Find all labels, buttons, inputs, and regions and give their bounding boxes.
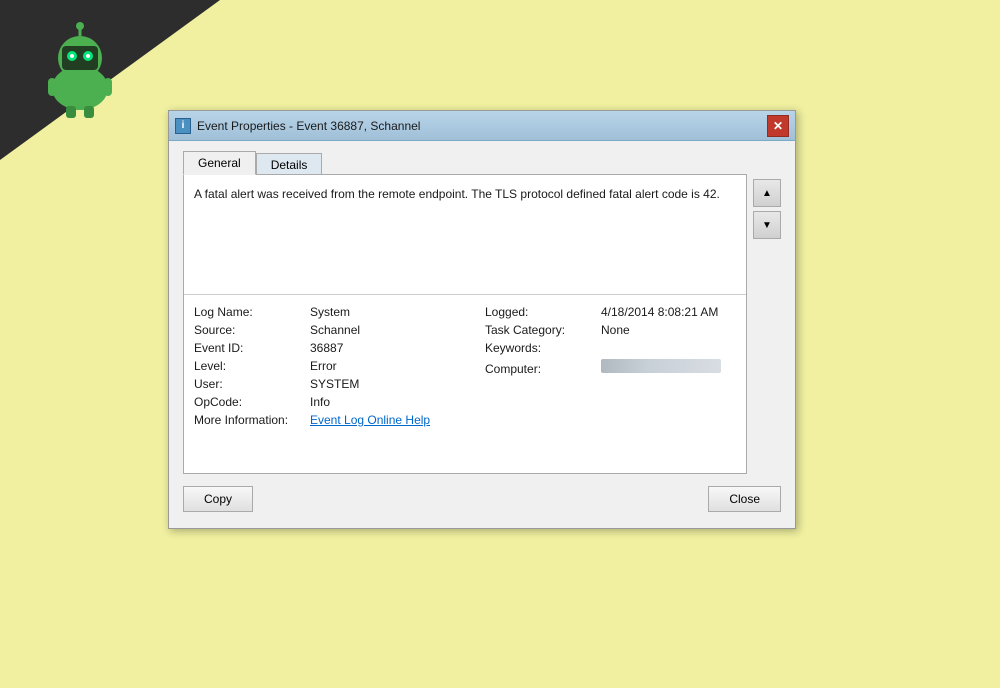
value-computer-redacted	[601, 359, 721, 373]
tab-general[interactable]: General	[183, 151, 256, 175]
main-area: A fatal alert was received from the remo…	[183, 175, 781, 474]
value-user: SYSTEM	[310, 377, 359, 391]
window-close-button[interactable]: ✕	[767, 115, 789, 137]
properties-grid: Log Name: System Source: Schannel Event …	[184, 295, 746, 437]
scroll-down-button[interactable]: ▼	[753, 211, 781, 239]
label-level: Level:	[194, 359, 304, 373]
value-level: Error	[310, 359, 337, 373]
value-opcode: Info	[310, 395, 330, 409]
value-logged: 4/18/2014 8:08:21 AM	[601, 305, 718, 319]
scroll-up-button[interactable]: ▲	[753, 179, 781, 207]
content-box: A fatal alert was received from the remo…	[183, 174, 747, 474]
label-task-category: Task Category:	[485, 323, 595, 337]
app-logo	[30, 20, 130, 120]
title-bar-left: i Event Properties - Event 36887, Schann…	[175, 118, 420, 134]
event-message: A fatal alert was received from the remo…	[184, 175, 746, 295]
value-source: Schannel	[310, 323, 360, 337]
value-event-id: 36887	[310, 341, 343, 355]
prop-level: Level: Error	[194, 359, 465, 373]
dialog-icon: i	[175, 118, 191, 134]
label-event-id: Event ID:	[194, 341, 304, 355]
event-properties-dialog: i Event Properties - Event 36887, Schann…	[168, 110, 796, 529]
prop-opcode: OpCode: Info	[194, 395, 465, 409]
label-source: Source:	[194, 323, 304, 337]
prop-log-name: Log Name: System	[194, 305, 465, 319]
scroll-buttons: ▲ ▼	[753, 175, 781, 239]
prop-computer: Computer:	[485, 359, 736, 376]
label-logged: Logged:	[485, 305, 595, 319]
label-opcode: OpCode:	[194, 395, 304, 409]
label-user: User:	[194, 377, 304, 391]
value-log-name: System	[310, 305, 350, 319]
dialog-body: General Details A fatal alert was receiv…	[169, 141, 795, 528]
prop-event-id: Event ID: 36887	[194, 341, 465, 355]
event-log-online-help-link[interactable]: Event Log Online Help	[310, 413, 430, 427]
tab-bar: General Details	[183, 151, 781, 175]
prop-user: User: SYSTEM	[194, 377, 465, 391]
prop-task-category: Task Category: None	[485, 323, 736, 337]
bottom-buttons: Copy Close	[183, 474, 781, 518]
label-more-info: More Information:	[194, 413, 304, 427]
dialog-title-bar: i Event Properties - Event 36887, Schann…	[169, 111, 795, 141]
value-task-category: None	[601, 323, 630, 337]
props-left-column: Log Name: System Source: Schannel Event …	[194, 305, 465, 427]
prop-logged: Logged: 4/18/2014 8:08:21 AM	[485, 305, 736, 319]
dialog-title: Event Properties - Event 36887, Schannel	[197, 119, 420, 133]
title-bar-controls: ✕	[767, 115, 789, 137]
prop-more-info: More Information: Event Log Online Help	[194, 413, 465, 427]
prop-source: Source: Schannel	[194, 323, 465, 337]
prop-keywords: Keywords:	[485, 341, 736, 355]
copy-button[interactable]: Copy	[183, 486, 253, 512]
props-right-column: Logged: 4/18/2014 8:08:21 AM Task Catego…	[465, 305, 736, 427]
label-log-name: Log Name:	[194, 305, 304, 319]
label-keywords: Keywords:	[485, 341, 595, 355]
label-computer: Computer:	[485, 362, 595, 376]
close-button[interactable]: Close	[708, 486, 781, 512]
